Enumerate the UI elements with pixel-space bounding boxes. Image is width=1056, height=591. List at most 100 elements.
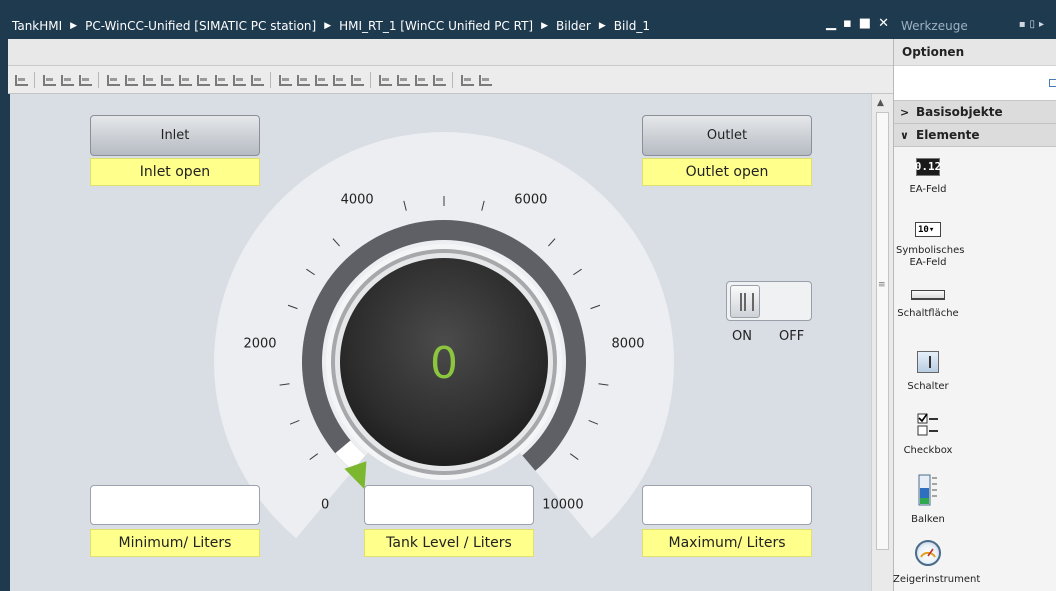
gauge-tick-label: 4000 — [341, 193, 374, 208]
view-mode-icon[interactable] — [1049, 79, 1056, 87]
breadcrumb-separator-icon: ▶ — [598, 20, 606, 31]
options-strip — [894, 66, 1056, 101]
center-icon[interactable] — [214, 73, 228, 86]
element-bar[interactable]: Balken — [893, 474, 963, 526]
switch-off-label: OFF — [779, 329, 805, 344]
element-label: Symbolisches EA-Feld — [896, 245, 965, 268]
canvas-left-border — [8, 94, 10, 591]
distribute-vertical-icon[interactable] — [296, 73, 310, 86]
align-right-icon[interactable] — [142, 73, 156, 86]
toolbar-divider — [270, 71, 271, 88]
gauge-tick-label: 10000 — [542, 498, 583, 513]
same-height-icon[interactable] — [314, 73, 328, 86]
align-middle-icon[interactable] — [178, 73, 192, 86]
send-to-back-icon[interactable] — [432, 73, 446, 86]
outlet-button[interactable]: Outlet — [642, 115, 812, 156]
bar-graph-icon — [917, 474, 939, 506]
section-label: Elemente — [916, 128, 980, 142]
minimize-icon[interactable]: ▁ — [826, 16, 836, 31]
breadcrumb-separator-icon: ▶ — [324, 20, 332, 31]
switch-icon — [917, 351, 939, 373]
scroll-up-icon[interactable]: ▲ — [877, 98, 884, 108]
inlet-button[interactable]: Inlet — [90, 115, 260, 156]
align-top-icon[interactable] — [160, 73, 174, 86]
minimum-io-field[interactable] — [90, 485, 260, 525]
breadcrumb-item-device[interactable]: HMI_RT_1 [WinCC Unified PC RT] — [339, 19, 533, 33]
maximum-io-field[interactable] — [642, 485, 812, 525]
element-label: Balken — [911, 514, 945, 525]
element-button[interactable]: Schaltfläche — [893, 290, 963, 320]
toolbar-divider — [370, 71, 371, 88]
breadcrumb-separator-icon: ▶ — [70, 20, 78, 31]
rotate-left-icon[interactable] — [42, 73, 56, 86]
options-header[interactable]: Optionen — [894, 39, 1056, 66]
breadcrumb-item-station[interactable]: PC-WinCC-Unified [SIMATIC PC station] — [85, 19, 316, 33]
bring-forward-icon[interactable] — [396, 73, 410, 86]
restore-icon[interactable]: ▪ — [843, 16, 852, 31]
element-symbolic-io-field[interactable]: 10▾ Symbolisches EA-Feld — [893, 222, 965, 269]
io-field-icon: 0.12 — [915, 158, 941, 176]
toolbar-divider — [452, 71, 453, 88]
section-basisobjekte[interactable]: > Basisobjekte — [894, 101, 1056, 124]
rotate-right-icon[interactable] — [60, 73, 74, 86]
align-bottom-icon[interactable] — [196, 73, 210, 86]
center-horizontal-icon[interactable] — [232, 73, 246, 86]
same-width-icon[interactable] — [332, 73, 346, 86]
switch-knob-icon[interactable] — [730, 285, 760, 318]
breadcrumb: TankHMI ▶ PC-WinCC-Unified [SIMATIC PC st… — [12, 19, 650, 33]
checkbox-icon — [917, 413, 939, 437]
editor-titlebar: TankHMI ▶ PC-WinCC-Unified [SIMATIC PC st… — [8, 12, 893, 39]
element-label: Checkbox — [903, 445, 953, 456]
toolbar-divider — [34, 71, 35, 88]
on-off-switch[interactable] — [726, 281, 812, 321]
same-size-icon[interactable] — [350, 73, 364, 86]
editor-subbar — [8, 39, 893, 66]
outlet-status-label: Outlet open — [642, 158, 812, 186]
element-label: EA-Feld — [909, 184, 947, 195]
alignment-toolbar — [8, 66, 893, 94]
element-gauge[interactable]: Zeigerinstrument — [893, 540, 981, 586]
element-switch[interactable]: Schalter — [893, 351, 963, 393]
gauge-tick-label: 8000 — [611, 337, 644, 352]
symbolic-io-field-icon: 10▾ — [915, 222, 941, 237]
section-elemente[interactable]: ∨ Elemente — [894, 124, 1056, 147]
element-label: Zeigerinstrument — [893, 574, 981, 585]
minimum-label: Minimum/ Liters — [90, 529, 260, 557]
tank-level-label: Tank Level / Liters — [364, 529, 534, 557]
gauge-tick-label: 6000 — [514, 193, 547, 208]
tank-level-io-field[interactable] — [364, 485, 534, 525]
gauge-tick-label: 0 — [321, 498, 329, 513]
close-icon[interactable]: ✕ — [878, 16, 889, 31]
element-ea-field[interactable]: 0.12 EA-Feld — [893, 158, 963, 196]
pointer-tool-icon[interactable] — [14, 73, 28, 86]
element-label: Schalter — [907, 381, 949, 392]
send-backward-icon[interactable] — [414, 73, 428, 86]
scrollbar-thumb[interactable] — [876, 112, 889, 550]
align-center-icon[interactable] — [124, 73, 138, 86]
breadcrumb-item-screen[interactable]: Bild_1 — [614, 19, 650, 33]
chevron-down-icon: ∨ — [900, 128, 909, 142]
bring-to-front-icon[interactable] — [378, 73, 392, 86]
scroll-grip-icon: ≡ — [878, 280, 886, 290]
gauge-value: 0 — [430, 338, 458, 389]
distribute-horizontal-icon[interactable] — [278, 73, 292, 86]
align-left-icon[interactable] — [106, 73, 120, 86]
element-checkbox[interactable]: Checkbox — [893, 413, 963, 457]
center-vertical-icon[interactable] — [250, 73, 264, 86]
canvas-vertical-scrollbar[interactable]: ▲ ≡ — [871, 94, 893, 591]
hmi-screen-canvas[interactable]: 0 2000 4000 6000 8000 10000 0 Inlet Inlet open… — [8, 94, 871, 591]
flip-icon[interactable] — [78, 73, 92, 86]
group-icon[interactable] — [460, 73, 474, 86]
breadcrumb-separator-icon: ▶ — [541, 20, 549, 31]
breadcrumb-item-project[interactable]: TankHMI — [12, 19, 62, 33]
gauge-tick-label: 2000 — [243, 337, 276, 352]
breadcrumb-item-folder[interactable]: Bilder — [556, 19, 591, 33]
tools-panel-titlebar: Werkzeuge ▪▯▸ — [893, 12, 1056, 39]
ungroup-icon[interactable] — [478, 73, 492, 86]
panel-controls-icon[interactable]: ▪▯▸ — [1019, 19, 1048, 30]
chevron-right-icon: > — [900, 105, 910, 119]
button-icon — [911, 290, 945, 300]
inlet-status-label: Inlet open — [90, 158, 260, 186]
maximize-icon[interactable]: ■ — [859, 16, 871, 31]
tools-panel-title: Werkzeuge — [901, 18, 968, 33]
